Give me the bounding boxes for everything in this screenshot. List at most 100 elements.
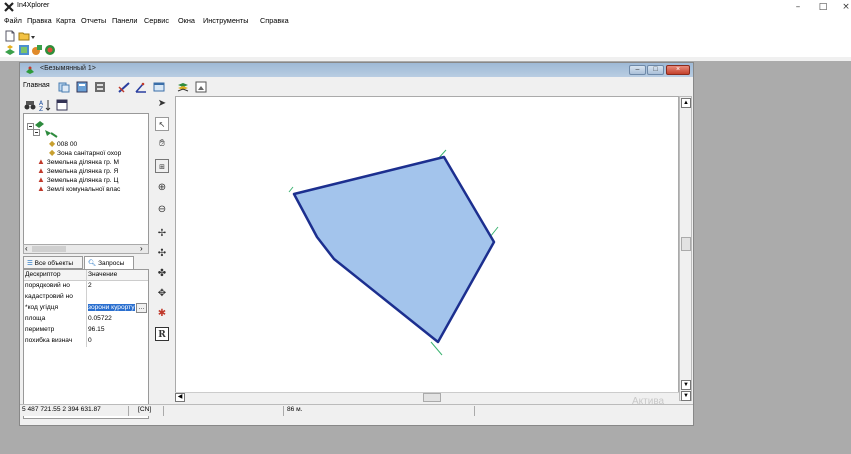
- zoom-out-icon[interactable]: ⊖: [155, 203, 169, 217]
- split-icon[interactable]: ✥: [155, 287, 169, 301]
- scroll-up-arrow-icon[interactable]: ▲: [681, 98, 691, 108]
- menu-windows[interactable]: Окна: [178, 16, 195, 25]
- property-row[interactable]: *код угідця зорони курорту …: [24, 303, 148, 314]
- land-parcel-polygon[interactable]: [292, 155, 496, 344]
- window-icon[interactable]: [153, 81, 165, 93]
- column-divider: [86, 325, 87, 336]
- scroll-down-arrow-icon[interactable]: ▼: [681, 380, 691, 390]
- move-vertex-icon[interactable]: ✣: [155, 247, 169, 261]
- draw-polyline-icon[interactable]: [135, 81, 147, 93]
- child-minimize-button[interactable]: –: [629, 65, 646, 75]
- scroll-left-arrow-icon[interactable]: ◀: [175, 393, 185, 402]
- property-value[interactable]: 0: [88, 337, 148, 344]
- tree-item[interactable]: ▲ Земельна ділянка гр. Ц: [37, 175, 118, 184]
- minimize-button[interactable]: –: [785, 0, 811, 14]
- copy-layer-icon[interactable]: [58, 81, 70, 93]
- property-row[interactable]: похибка визнач 0: [24, 336, 148, 347]
- map-tools: ➤ ↖ ✋︎ ⊞ ⊕ ⊖ ✢ ✣ ✤ ✥ ✱ R: [151, 97, 173, 361]
- zone-layer-icon: ◆: [49, 148, 56, 157]
- layer-stack-icon[interactable]: [177, 81, 189, 93]
- scrollbar-thumb[interactable]: [32, 246, 66, 252]
- land-plot-icon: ▲: [37, 166, 45, 175]
- property-key: *код угідця: [25, 304, 59, 311]
- map-horizontal-scrollbar[interactable]: ◀: [175, 392, 679, 402]
- property-value-selected[interactable]: зорони курорту: [88, 304, 135, 311]
- menu-reports[interactable]: Отчеты: [81, 16, 106, 25]
- child-toolbar: Главная: [20, 78, 693, 96]
- tree-item[interactable]: ▲ Земельна ділянка гр. М: [37, 157, 119, 166]
- property-row[interactable]: кадастровий но: [24, 292, 148, 303]
- status-separator: [163, 406, 164, 416]
- select-box-icon[interactable]: ↖: [155, 117, 169, 131]
- toolbar-row-1: [0, 29, 851, 44]
- ellipsis-button[interactable]: …: [136, 303, 147, 313]
- pointer-arrow-icon[interactable]: ➤: [155, 97, 169, 111]
- dropdown-arrow-icon[interactable]: [30, 31, 36, 43]
- map-vertical-scrollbar[interactable]: ▲ ▼ ▼: [679, 96, 692, 401]
- child-maximize-button[interactable]: □: [647, 65, 664, 75]
- panel-icon[interactable]: [56, 99, 68, 111]
- delete-vertex-icon[interactable]: ✱: [155, 307, 169, 321]
- open-folder-icon[interactable]: [18, 30, 30, 42]
- menu-help[interactable]: Справка: [260, 16, 289, 25]
- tree-horizontal-scrollbar[interactable]: ‹ ›: [23, 244, 149, 254]
- property-row[interactable]: порядковий но 2: [24, 281, 148, 292]
- tree-item-label: 008 00: [57, 141, 78, 148]
- layers-icon[interactable]: [4, 44, 16, 56]
- tree-item-label: Землі комунальної влас: [46, 186, 121, 193]
- report-icon[interactable]: R: [155, 327, 169, 341]
- tree-item[interactable]: ▲ Земельна ділянка гр. Я: [37, 166, 118, 175]
- map-svg[interactable]: [176, 97, 678, 395]
- property-value[interactable]: 96.15: [88, 326, 148, 333]
- binoculars-icon[interactable]: [24, 99, 36, 111]
- object-tree[interactable]: ◆ 008 00 ◆ Зона санітарної охор ▲ Земель…: [23, 113, 149, 253]
- menu-panels[interactable]: Панели: [112, 16, 137, 25]
- new-document-icon[interactable]: [4, 30, 16, 42]
- map-view-icon[interactable]: [18, 44, 30, 56]
- menu-tools[interactable]: Инструменты: [203, 16, 249, 25]
- close-button[interactable]: ×: [833, 0, 851, 14]
- tree-item[interactable]: ▲ Землі комунальної влас: [37, 184, 120, 193]
- parcel-layer-icon: ◆: [49, 139, 56, 148]
- menu-service[interactable]: Сервис: [144, 16, 169, 25]
- sort-az-icon[interactable]: A Z: [39, 99, 51, 111]
- insert-vertex-icon[interactable]: ✤: [155, 267, 169, 281]
- child-close-button[interactable]: ×: [666, 65, 690, 75]
- add-vertex-icon[interactable]: ✢: [155, 227, 169, 241]
- zoom-extent-icon[interactable]: ⊞: [155, 159, 169, 173]
- zoom-in-icon[interactable]: ⊕: [155, 181, 169, 195]
- image-icon[interactable]: [195, 81, 207, 93]
- draw-line-icon[interactable]: [118, 81, 130, 93]
- property-row[interactable]: площа 0.05722: [24, 314, 148, 325]
- search-globe-icon[interactable]: [44, 44, 56, 56]
- properties-icon[interactable]: [76, 81, 88, 93]
- land-plot-icon: ▲: [37, 175, 45, 184]
- tree-item[interactable]: ◆ Зона санітарної охор: [49, 148, 121, 157]
- scroll-right-arrow-icon[interactable]: ›: [140, 244, 143, 253]
- tab-main[interactable]: Главная: [23, 82, 50, 89]
- map-canvas[interactable]: [175, 96, 679, 396]
- query-search-icon: 🔍︎: [88, 260, 97, 267]
- scrollbar-thumb[interactable]: [423, 393, 441, 402]
- pan-hand-icon[interactable]: ✋︎: [155, 137, 169, 151]
- tab-all-objects[interactable]: ☰ Все объекты: [23, 256, 83, 269]
- property-value[interactable]: 0.05722: [88, 315, 148, 322]
- scrollbar-thumb[interactable]: [681, 237, 691, 251]
- coordinates-readout: 5 487 721.55 2 394 631.87: [22, 406, 101, 413]
- scroll-left-arrow-icon[interactable]: ‹: [25, 244, 28, 253]
- menu-file[interactable]: Файл: [4, 16, 22, 25]
- database-icon[interactable]: [94, 81, 106, 93]
- scroll-down-arrow-icon[interactable]: ▼: [681, 391, 691, 401]
- tab-label: Запросы: [98, 260, 125, 267]
- header-value: Значение: [88, 271, 118, 278]
- objects-icon[interactable]: [31, 44, 43, 56]
- property-value[interactable]: 2: [88, 282, 148, 289]
- tree-item[interactable]: ◆ 008 00: [49, 139, 77, 148]
- menu-edit[interactable]: Правка: [27, 16, 52, 25]
- property-key: похибка визнач: [25, 337, 73, 344]
- tab-queries[interactable]: 🔍︎ Запросы: [84, 256, 134, 269]
- tree-item-label: Земельна ділянка гр. М: [46, 159, 119, 166]
- svg-text:Z: Z: [39, 106, 43, 111]
- property-row[interactable]: периметр 96.15: [24, 325, 148, 336]
- menu-map[interactable]: Карта: [56, 16, 76, 25]
